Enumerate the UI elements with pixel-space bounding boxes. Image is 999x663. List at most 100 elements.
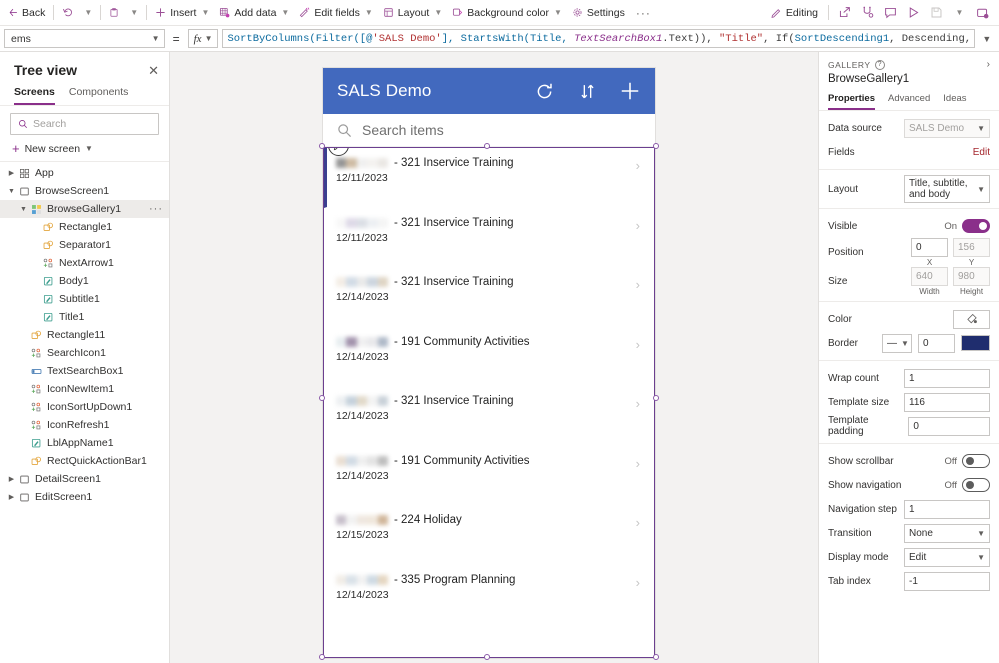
- paste-button[interactable]: [104, 2, 124, 24]
- plus-icon[interactable]: [619, 80, 641, 102]
- app-checker-button[interactable]: [856, 2, 878, 24]
- tree-item-title1[interactable]: Title1: [0, 308, 169, 326]
- publish-button[interactable]: [971, 2, 993, 24]
- tree-item-lblappname1[interactable]: LblAppName1: [0, 434, 169, 452]
- tree-item-separator1[interactable]: Separator1: [0, 236, 169, 254]
- tree-item-rectangle11[interactable]: Rectangle11: [0, 326, 169, 344]
- chevron-right-icon[interactable]: ▶: [6, 493, 17, 501]
- gallery-item[interactable]: - 191 Community Activities 12/14/2023 ›: [324, 327, 654, 386]
- gallery-item[interactable]: - 224 Holiday 12/15/2023 ›: [324, 505, 654, 565]
- chevron-right-icon[interactable]: ›: [636, 218, 640, 233]
- tab-properties[interactable]: Properties: [828, 93, 875, 110]
- chevron-right-icon[interactable]: ›: [636, 158, 640, 173]
- collapse-panel-button[interactable]: ›: [987, 59, 990, 70]
- template-size-input[interactable]: 116: [904, 392, 990, 412]
- gallery-item[interactable]: - 321 Inservice Training 12/14/2023 ›: [324, 267, 654, 327]
- position-y-input[interactable]: 156: [953, 238, 990, 257]
- tree-item-app[interactable]: ▶ App: [0, 164, 169, 182]
- display-mode-select[interactable]: Edit ▼: [904, 547, 990, 567]
- resize-handle-top-right[interactable]: [653, 143, 659, 149]
- insert-button[interactable]: Insert ▼: [150, 2, 214, 24]
- formula-input[interactable]: SortByColumns(Filter([@'SALS Demo'], Sta…: [222, 29, 975, 48]
- chevron-right-icon[interactable]: ›: [636, 277, 640, 292]
- resize-handle-middle-right[interactable]: [653, 395, 659, 401]
- tree-item-more-button[interactable]: ···: [149, 203, 163, 215]
- more-options-button[interactable]: ▼: [948, 2, 970, 24]
- paste-dropdown[interactable]: ▼: [124, 2, 143, 24]
- tree-item-nextarrow1[interactable]: NextArrow1: [0, 254, 169, 272]
- gallery-item[interactable]: - 335 Program Planning 12/14/2023 ›: [324, 565, 654, 624]
- tab-screens[interactable]: Screens: [14, 84, 55, 105]
- resize-handle-bottom-right[interactable]: [653, 654, 659, 660]
- comments-button[interactable]: [879, 2, 901, 24]
- tree-item-body1[interactable]: Body1: [0, 272, 169, 290]
- wrap-count-input[interactable]: 1: [904, 368, 990, 388]
- preview-button[interactable]: [902, 2, 924, 24]
- position-x-input[interactable]: 0: [911, 238, 948, 257]
- property-selector[interactable]: ems ▼: [4, 29, 165, 48]
- save-button[interactable]: [925, 2, 947, 24]
- settings-button[interactable]: Settings: [567, 2, 630, 24]
- tree-item-subtitle1[interactable]: Subtitle1: [0, 290, 169, 308]
- chevron-right-icon[interactable]: ›: [636, 396, 640, 411]
- formula-expand-button[interactable]: ▼: [979, 34, 995, 44]
- add-data-button[interactable]: Add data ▼: [214, 2, 294, 24]
- chevron-right-icon[interactable]: ›: [636, 337, 640, 352]
- transition-select[interactable]: None ▼: [904, 523, 990, 543]
- border-style-select[interactable]: — ▼: [882, 333, 912, 353]
- resize-handle-top-left[interactable]: [319, 143, 325, 149]
- tree-item-browsegallery1[interactable]: ▼ BrowseGallery1 ···: [0, 200, 169, 218]
- browse-gallery[interactable]: ▼ - 321 Inservice Training12/11/2023›- 3…: [323, 147, 655, 658]
- tree-item-textsearchbox1[interactable]: TextSearchBox1: [0, 362, 169, 380]
- gallery-item[interactable]: - 321 Inservice Training 12/14/2023 ›: [324, 386, 654, 446]
- tab-components[interactable]: Components: [69, 84, 129, 105]
- size-height-input[interactable]: 980: [953, 267, 990, 286]
- tab-advanced[interactable]: Advanced: [888, 93, 930, 110]
- background-color-button[interactable]: Background color ▼: [447, 2, 567, 24]
- refresh-icon[interactable]: [533, 80, 555, 102]
- new-screen-button[interactable]: + New screen ▼: [0, 139, 169, 161]
- show-scrollbar-toggle[interactable]: [962, 454, 990, 468]
- tree-item-rectquickactionbar1[interactable]: RectQuickActionBar1: [0, 452, 169, 470]
- back-button[interactable]: Back: [4, 2, 50, 24]
- show-navigation-toggle[interactable]: [962, 478, 990, 492]
- tree-search-input[interactable]: Search: [10, 113, 159, 135]
- visible-toggle[interactable]: [962, 219, 990, 233]
- navigation-step-input[interactable]: 1: [904, 499, 990, 519]
- share-button[interactable]: [833, 2, 855, 24]
- chevron-right-icon[interactable]: ›: [636, 515, 640, 530]
- close-icon[interactable]: ✕: [148, 64, 159, 77]
- tree-item-rectangle1[interactable]: Rectangle1: [0, 218, 169, 236]
- resize-handle-top-center[interactable]: [484, 143, 490, 149]
- tree-item-editscreen1[interactable]: ▶ EditScreen1: [0, 488, 169, 506]
- resize-handle-middle-left[interactable]: [319, 395, 325, 401]
- chevron-down-icon[interactable]: ▼: [6, 188, 17, 195]
- tree-item-iconnewitem1[interactable]: IconNewItem1: [0, 380, 169, 398]
- tree-item-searchicon1[interactable]: SearchIcon1: [0, 344, 169, 362]
- gallery-item[interactable]: - 321 Inservice Training 12/11/2023 ›: [324, 148, 654, 208]
- tree-item-browsescreen1[interactable]: ▼ BrowseScreen1: [0, 182, 169, 200]
- tree-item-iconsortupdown1[interactable]: IconSortUpDown1: [0, 398, 169, 416]
- chevron-right-icon[interactable]: ›: [636, 456, 640, 471]
- layout-select[interactable]: Title, subtitle, and body ▼: [904, 175, 990, 203]
- size-width-input[interactable]: 640: [911, 267, 948, 286]
- tab-index-input[interactable]: -1: [904, 571, 990, 591]
- sort-updown-icon[interactable]: [576, 80, 598, 102]
- border-width-input[interactable]: 0: [918, 333, 955, 353]
- undo-button[interactable]: [57, 2, 78, 24]
- resize-handle-bottom-center[interactable]: [484, 654, 490, 660]
- gallery-item[interactable]: - 191 Community Activities 12/14/2023 ›: [324, 446, 654, 505]
- chevron-right-icon[interactable]: ▶: [6, 475, 17, 483]
- color-picker-button[interactable]: [953, 309, 990, 329]
- edit-fields-button[interactable]: Edit fields ▼: [294, 2, 377, 24]
- fields-edit-link[interactable]: Edit: [973, 147, 990, 158]
- toolbar-overflow-button[interactable]: ···: [630, 6, 657, 20]
- tab-ideas[interactable]: Ideas: [943, 93, 966, 110]
- data-source-select[interactable]: SALS Demo ▼: [904, 118, 990, 138]
- resize-handle-bottom-left[interactable]: [319, 654, 325, 660]
- chevron-right-icon[interactable]: ▶: [6, 169, 17, 177]
- chevron-down-icon[interactable]: ▼: [18, 206, 29, 213]
- editing-mode-button[interactable]: Editing: [765, 5, 824, 21]
- gallery-item[interactable]: - 321 Inservice Training 12/11/2023 ›: [324, 208, 654, 267]
- search-items-input[interactable]: Search items: [362, 122, 444, 138]
